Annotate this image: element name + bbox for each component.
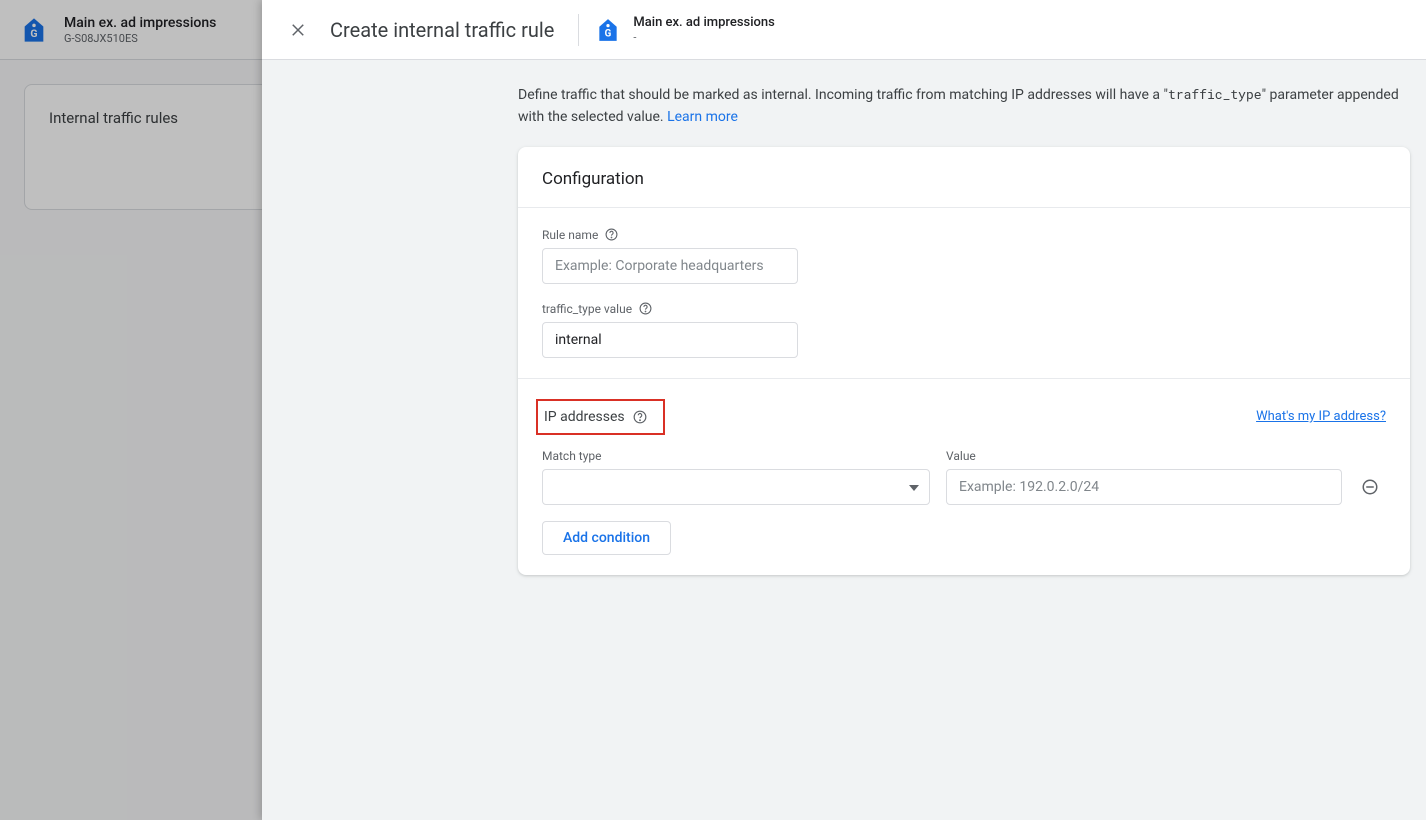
close-icon — [289, 21, 307, 39]
value-column: Value — [946, 449, 1342, 505]
remove-condition-button[interactable] — [1358, 469, 1382, 505]
traffic-type-group: traffic_type value — [542, 302, 1386, 358]
match-type-column: Match type — [542, 449, 930, 505]
panel-title: Create internal traffic rule — [330, 18, 554, 42]
rule-name-label: Rule name — [542, 228, 1386, 242]
panel-separator — [578, 14, 579, 46]
rule-name-label-text: Rule name — [542, 228, 598, 242]
match-type-select[interactable] — [542, 469, 930, 505]
traffic-type-label: traffic_type value — [542, 302, 1386, 316]
remove-icon — [1361, 478, 1379, 496]
add-condition-button[interactable]: Add condition — [542, 521, 671, 555]
svg-text:G: G — [605, 28, 612, 39]
ip-addresses-section: IP addresses What's my IP address? — [518, 378, 1410, 575]
desc-part1: Define traffic that should be marked as … — [518, 87, 1168, 103]
close-button[interactable] — [286, 18, 310, 42]
description-text: Define traffic that should be marked as … — [518, 84, 1418, 129]
panel-property-name: Main ex. ad impressions — [633, 15, 774, 32]
create-rule-panel: Create internal traffic rule G Main ex. … — [262, 0, 1426, 820]
value-input[interactable] — [946, 469, 1342, 505]
rule-name-group: Rule name — [542, 228, 1386, 284]
traffic-type-label-text: traffic_type value — [542, 302, 632, 316]
ip-section-header: IP addresses What's my IP address? — [542, 399, 1386, 435]
panel-body: Define traffic that should be marked as … — [262, 60, 1426, 599]
rule-name-input[interactable] — [542, 248, 798, 284]
ip-addresses-label-box: IP addresses — [536, 399, 665, 435]
ip-addresses-label: IP addresses — [544, 409, 625, 425]
chevron-down-icon — [909, 479, 919, 495]
config-title: Configuration — [518, 147, 1410, 207]
config-basic-section: Rule name traffic_typ — [518, 207, 1410, 378]
panel-property-sub: - — [633, 31, 774, 44]
help-icon[interactable] — [633, 410, 647, 424]
configuration-card: Configuration Rule name — [518, 147, 1410, 575]
match-type-label: Match type — [542, 449, 930, 463]
learn-more-link[interactable]: Learn more — [667, 109, 738, 125]
tag-icon: G — [595, 15, 621, 45]
traffic-type-input[interactable] — [542, 322, 798, 358]
condition-row: Match type Value — [542, 449, 1386, 505]
panel-header: Create internal traffic rule G Main ex. … — [262, 0, 1426, 60]
panel-property-info: Main ex. ad impressions - — [633, 15, 774, 45]
value-label: Value — [946, 449, 1342, 463]
whats-my-ip-link[interactable]: What's my IP address? — [1256, 409, 1386, 424]
desc-code: traffic_type — [1168, 85, 1262, 103]
help-icon[interactable] — [604, 228, 618, 242]
help-icon[interactable] — [638, 302, 652, 316]
